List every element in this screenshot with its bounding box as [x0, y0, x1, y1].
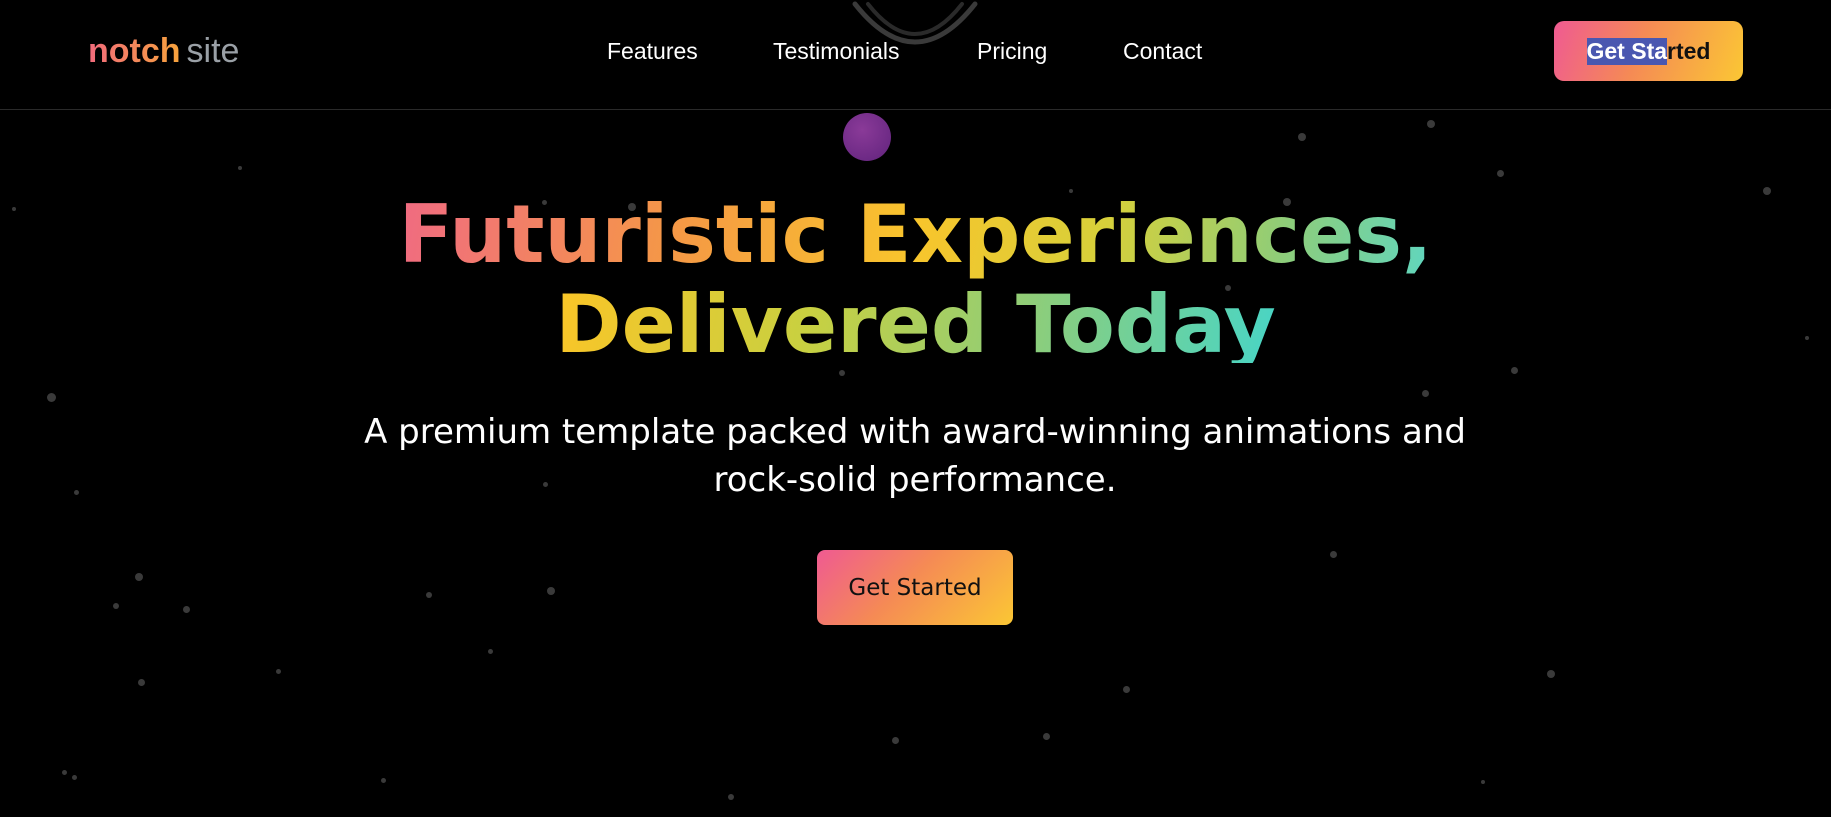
star	[1427, 120, 1435, 128]
hero-title-line-1: Futuristic Experiences,	[0, 190, 1831, 280]
star	[113, 603, 119, 609]
nav-link-features[interactable]: Features	[607, 36, 698, 66]
star	[138, 679, 145, 686]
star	[1497, 170, 1504, 177]
hero-title-line-2-text: Delivered Today	[555, 280, 1276, 363]
purple-orb-decoration	[843, 113, 891, 161]
star	[728, 794, 734, 800]
star	[1123, 686, 1130, 693]
star	[74, 490, 79, 495]
star	[238, 166, 242, 170]
star	[135, 573, 143, 581]
star	[1298, 133, 1306, 141]
star	[892, 737, 899, 744]
star	[1422, 390, 1429, 397]
star	[183, 606, 190, 613]
header-get-started-button[interactable]: Get Sta rted	[1554, 21, 1743, 81]
hero-title-line-1-text: Futuristic Experiences,	[398, 188, 1433, 281]
star	[381, 778, 386, 783]
star	[47, 393, 56, 402]
hero-title: Futuristic Experiences, Delivered Today	[0, 190, 1831, 381]
hero-title-line-2: Delivered Today	[0, 280, 1831, 381]
star	[276, 669, 281, 674]
star	[547, 587, 555, 595]
star	[426, 592, 432, 598]
selected-text: Get Sta	[1586, 37, 1668, 65]
hero-subtitle: A premium template packed with award-win…	[364, 412, 1466, 500]
star	[72, 775, 77, 780]
star	[1547, 670, 1555, 678]
star	[1330, 551, 1337, 558]
star	[1043, 733, 1050, 740]
hero-get-started-button[interactable]: Get Started	[817, 550, 1013, 625]
nav-link-pricing[interactable]: Pricing	[977, 36, 1047, 66]
unselected-text: rted	[1667, 37, 1711, 64]
nav-link-contact[interactable]: Contact	[1123, 36, 1202, 66]
star	[488, 649, 493, 654]
site-header: notch site Features Testimonials Pricing …	[0, 0, 1831, 110]
star	[1481, 780, 1485, 784]
landing-page: notch site Features Testimonials Pricing …	[0, 0, 1831, 817]
star	[62, 770, 67, 775]
nav-link-testimonials[interactable]: Testimonials	[773, 36, 900, 66]
